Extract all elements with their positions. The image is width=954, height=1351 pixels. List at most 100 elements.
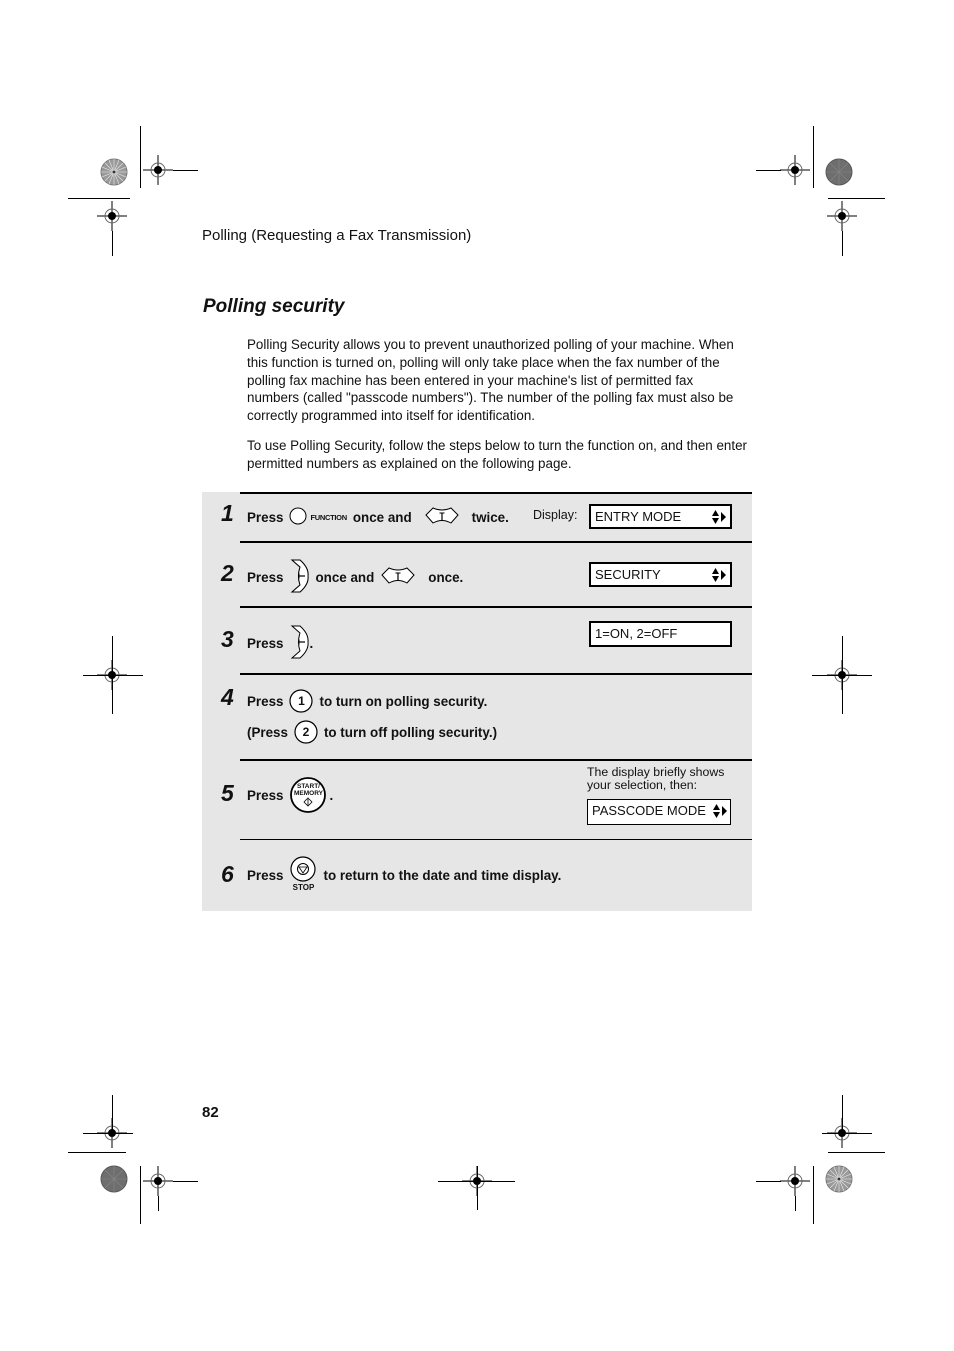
crop-line	[112, 231, 113, 256]
intro-paragraph-text: Polling Security allows you to prevent u…	[247, 337, 734, 424]
crop-line	[83, 1133, 133, 1134]
step-instruction-alt: (Press 2 to turn off polling security.)	[247, 720, 497, 744]
step-text: to turn off polling security.)	[323, 724, 498, 740]
key-1-button: 1	[289, 689, 314, 713]
lcd-display-text: PASSCODE MODE	[592, 803, 706, 818]
step-text: twice.	[471, 509, 509, 525]
crop-line	[813, 1166, 814, 1224]
crop-line	[828, 198, 885, 199]
crop-line	[756, 1181, 781, 1182]
step-text: Press	[247, 787, 284, 803]
step-text: to return to the date and time display.	[323, 867, 562, 883]
step-number: 3	[221, 626, 234, 652]
down-arrow-key-icon	[380, 566, 416, 589]
step-divider	[240, 839, 752, 840]
key-1-label: 1	[298, 694, 305, 708]
display-label: Display:	[533, 508, 578, 522]
step-number: 1	[221, 500, 234, 526]
crop-line	[822, 1133, 872, 1134]
lcd-display: SECURITY	[589, 562, 732, 587]
step-divider	[240, 759, 752, 761]
crop-line	[812, 675, 872, 676]
registration-target-icon	[780, 155, 810, 185]
lcd-display: PASSCODE MODE	[587, 799, 731, 825]
crop-line	[140, 126, 141, 188]
registration-target-icon	[143, 1166, 173, 1196]
color-rosette-icon	[100, 158, 128, 186]
step-text: to turn on polling security.	[319, 693, 488, 709]
key-2-label: 2	[302, 725, 310, 739]
step-text: Press	[247, 867, 284, 883]
step-instruction: Press STOP to return to the date and tim…	[247, 856, 561, 894]
step-text: Press	[247, 569, 284, 585]
right-arrow-key-icon	[289, 624, 310, 663]
stop-key-icon: STOP	[289, 856, 317, 894]
up-down-right-arrows-icon	[712, 803, 728, 826]
crop-line	[158, 1196, 159, 1211]
crop-line	[83, 675, 143, 676]
memory-key-label: MEMORY	[293, 790, 323, 797]
step-number: 5	[221, 780, 234, 806]
crop-line	[756, 170, 781, 171]
section-title: Polling security	[203, 296, 345, 317]
registration-target-icon	[780, 1166, 810, 1196]
function-key-icon	[289, 507, 309, 528]
intro-paragraph: Polling Security allows you to prevent u…	[247, 336, 747, 425]
registration-target-icon	[143, 155, 173, 185]
step-text: once and	[352, 509, 412, 525]
steps-panel: 1 Press FUNCTION once and twice. Display…	[202, 492, 752, 911]
step-text: Press	[247, 693, 284, 709]
step-instruction: Press once and once.	[247, 559, 464, 592]
step-text: .	[309, 635, 314, 651]
registration-target-icon	[827, 201, 857, 231]
start-memory-key-icon: START/ MEMORY	[289, 776, 327, 814]
step-text: Press	[247, 509, 284, 525]
crop-line	[477, 1166, 478, 1210]
crop-line	[140, 1166, 141, 1224]
lcd-display: ENTRY MODE	[589, 504, 732, 529]
color-rosette-icon	[825, 158, 853, 186]
page-number: 82	[202, 1104, 219, 1121]
crop-line	[813, 126, 814, 188]
step-number: 2	[221, 560, 234, 586]
crop-line	[173, 1181, 198, 1182]
step-instruction: Press 1 to turn on polling security.	[247, 689, 487, 713]
step-divider	[240, 673, 752, 675]
step-number: 4	[221, 684, 234, 710]
lcd-display-text: ENTRY MODE	[595, 509, 682, 524]
crop-line	[842, 231, 843, 256]
intro-paragraph-text: To use Polling Security, follow the step…	[247, 438, 747, 471]
step-text: once.	[428, 569, 464, 585]
lcd-display-text: 1=ON, 2=OFF	[595, 626, 678, 641]
down-arrow-key-icon	[424, 506, 460, 529]
crop-line	[173, 170, 198, 171]
crop-line	[68, 198, 130, 199]
step-divider	[240, 541, 752, 543]
crop-line	[842, 1095, 843, 1135]
color-rosette-icon	[100, 1165, 128, 1193]
up-down-right-arrows-icon	[711, 509, 727, 531]
running-head: Polling (Requesting a Fax Transmission)	[202, 227, 472, 244]
registration-target-icon	[97, 201, 127, 231]
step-divider	[240, 606, 752, 608]
up-down-right-arrows-icon	[711, 567, 727, 589]
start-key-label: START/	[296, 783, 320, 790]
step-instruction: Press .	[247, 625, 313, 661]
lcd-display: 1=ON, 2=OFF	[589, 621, 732, 647]
step-instruction: Press FUNCTION once and twice.	[247, 506, 509, 529]
key-2-button: 2	[294, 720, 318, 744]
step-number: 6	[221, 861, 234, 887]
step-text: Press	[247, 635, 284, 651]
right-arrow-key-icon	[289, 558, 310, 597]
step-divider	[240, 492, 752, 494]
intro-paragraph: To use Polling Security, follow the step…	[247, 437, 747, 473]
stop-key-label: STOP	[292, 883, 315, 892]
step-text: once and	[315, 569, 375, 585]
color-rosette-icon	[825, 1165, 853, 1193]
crop-line	[68, 1152, 126, 1153]
crop-line	[828, 1152, 885, 1153]
crop-line	[795, 1196, 796, 1211]
function-key-label: FUNCTION	[310, 512, 347, 522]
display-note: The display briefly shows your selection…	[587, 765, 725, 792]
step-instruction: Press START/ MEMORY .	[247, 776, 333, 814]
